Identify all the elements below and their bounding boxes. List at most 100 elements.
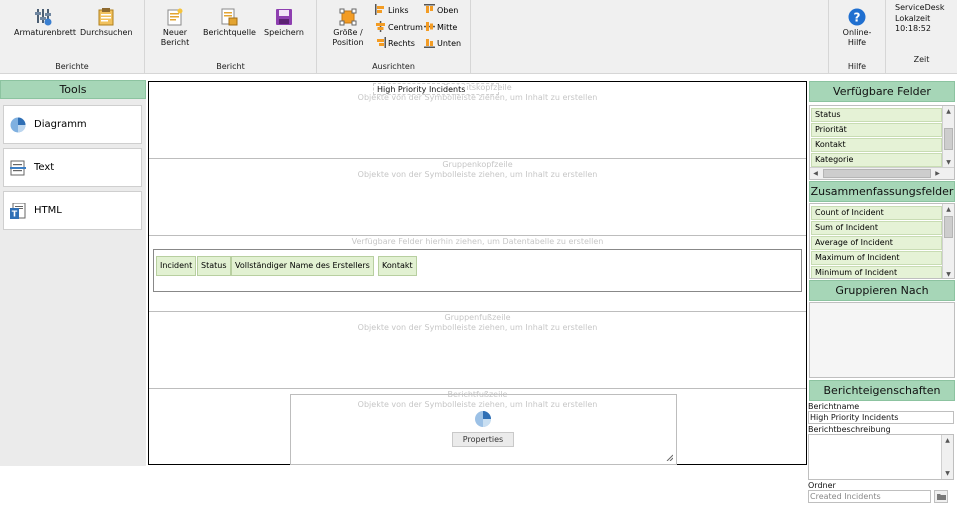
- neuer-bericht-button[interactable]: Neuer Bericht: [157, 8, 193, 48]
- armaturenbrett-label: Armaturenbrett: [14, 28, 77, 37]
- field-item[interactable]: Kontakt: [811, 138, 942, 152]
- column-status[interactable]: Status: [197, 256, 231, 276]
- report-properties-header: Berichteigenschaften: [809, 380, 955, 401]
- tools-panel: Tools Diagramm Text T HTML: [0, 80, 146, 466]
- data-table-section[interactable]: Verfügbare Felder hierhin ziehen, um Dat…: [149, 236, 806, 312]
- summary-item[interactable]: Count of Incident: [811, 206, 942, 220]
- tool-diagramm-label: Diagramm: [34, 119, 87, 130]
- section-hint-group-footer: Objekte von der Symbolleiste ziehen, um …: [357, 323, 598, 332]
- berichtquelle-button[interactable]: Berichtquelle: [203, 8, 256, 38]
- align-bottom-icon: [424, 37, 435, 48]
- summary-item[interactable]: Minimum of Incident: [811, 266, 942, 278]
- summary-fields-header: Zusammenfassungsfelder: [809, 181, 955, 202]
- report-description-textarea[interactable]: ▲ ▼: [808, 434, 954, 480]
- tool-html[interactable]: T HTML: [3, 191, 142, 230]
- armaturenbrett-button[interactable]: Armaturenbrett: [14, 8, 76, 38]
- scroll-right-icon[interactable]: ▶: [932, 168, 943, 179]
- tool-diagramm[interactable]: Diagramm: [3, 105, 142, 144]
- section-hint-group-header: Objekte von der Symbolleiste ziehen, um …: [357, 170, 598, 179]
- lokalzeit-label: Lokalzeit: [895, 13, 931, 23]
- save-icon: [275, 8, 293, 26]
- available-fields-header: Verfügbare Felder: [809, 81, 955, 102]
- summary-item[interactable]: Sum of Incident: [811, 221, 942, 235]
- report-name-label: Berichtname: [808, 402, 860, 411]
- section-title-data-table: Verfügbare Felder hierhin ziehen, um Dat…: [351, 237, 604, 246]
- ribbon-group-label-hilfe: Hilfe: [847, 62, 867, 71]
- align-rechts-button[interactable]: Rechts: [375, 37, 415, 51]
- ribbon-group-label-bericht: Bericht: [216, 62, 245, 71]
- scroll-up-icon[interactable]: ▲: [943, 106, 954, 117]
- speichern-button[interactable]: Speichern: [263, 8, 305, 38]
- tool-text-label: Text: [34, 162, 55, 173]
- field-item[interactable]: Priorität: [811, 123, 942, 137]
- scroll-up-icon[interactable]: ▲: [942, 435, 953, 446]
- scroll-left-icon[interactable]: ◀: [810, 168, 821, 179]
- field-item[interactable]: Status: [811, 108, 942, 122]
- align-unten-label: Unten: [437, 39, 462, 48]
- summary-fields-vscrollbar[interactable]: ▲ ▼: [942, 204, 954, 278]
- scroll-thumb[interactable]: [823, 169, 931, 178]
- summary-item[interactable]: Maximum of Incident: [811, 251, 942, 265]
- align-links-label: Links: [388, 6, 409, 15]
- time-value: 10:18:52: [895, 24, 931, 33]
- durchsuchen-button[interactable]: Durchsuchen: [80, 8, 133, 38]
- report-footer-section[interactable]: Berichtfußzeile Objekte von der Symbolle…: [149, 389, 806, 465]
- right-panel: Verfügbare Felder Status Priorität Konta…: [808, 80, 957, 513]
- ribbon-group-berichte: Armaturenbrett Durchsuchen Berichte: [0, 0, 145, 74]
- report-header-section[interactable]: Berichtskopfzeile Objekte von der Symbol…: [149, 82, 806, 159]
- summary-fields-list[interactable]: Count of Incident Sum of Incident Averag…: [809, 203, 955, 279]
- folder-input[interactable]: Created Incidents: [808, 490, 931, 503]
- tool-text[interactable]: Text: [3, 148, 142, 187]
- report-source-icon: [220, 8, 238, 26]
- folder-browse-button[interactable]: [934, 490, 948, 503]
- data-table[interactable]: Incident Status Vollständiger Name des E…: [153, 249, 802, 292]
- online-hilfe-button[interactable]: ? Online- Hilfe: [837, 8, 877, 48]
- group-header-section[interactable]: Gruppenkopfzeile Objekte von der Symboll…: [149, 159, 806, 236]
- scroll-thumb[interactable]: [944, 216, 953, 238]
- scroll-up-icon[interactable]: ▲: [943, 204, 954, 215]
- scroll-thumb[interactable]: [944, 128, 953, 150]
- chart-properties-button[interactable]: Properties: [452, 432, 514, 447]
- align-links-button[interactable]: Links: [375, 4, 409, 18]
- align-unten-button[interactable]: Unten: [424, 37, 461, 51]
- report-description-label: Berichtbeschreibung: [808, 425, 891, 434]
- summary-item[interactable]: Average of Incident: [811, 236, 942, 250]
- report-canvas: Berichtskopfzeile Objekte von der Symbol…: [148, 81, 807, 465]
- groesse-label-1: Größe /: [333, 28, 363, 37]
- align-oben-label: Oben: [437, 6, 459, 15]
- resize-grip-icon[interactable]: [666, 454, 674, 462]
- svg-text:?: ?: [854, 11, 861, 25]
- field-item[interactable]: Kategorie: [811, 153, 942, 167]
- folder-label: Ordner: [808, 481, 836, 490]
- ribbon-group-label-zeit: Zeit: [913, 55, 930, 64]
- column-kontakt[interactable]: Kontakt: [378, 256, 417, 276]
- tool-html-label: HTML: [34, 205, 62, 216]
- group-footer-section[interactable]: Gruppenfußzeile Objekte von der Symbolle…: [149, 312, 806, 389]
- scroll-down-icon[interactable]: ▼: [942, 468, 953, 479]
- column-incident[interactable]: Incident: [156, 256, 197, 276]
- align-mitte-button[interactable]: Mitte: [424, 21, 457, 35]
- folder-icon: [937, 493, 946, 502]
- svg-text:T: T: [12, 210, 18, 219]
- group-by-dropzone[interactable]: [809, 302, 955, 378]
- available-fields-hscrollbar[interactable]: ◀ ▶: [810, 167, 954, 179]
- ribbon-group-hilfe: ? Online- Hilfe Hilfe: [828, 0, 886, 74]
- groesse-label-2: Position: [332, 38, 364, 47]
- clipboard-icon: [97, 8, 115, 26]
- ribbon-group-label-berichte: Berichte: [55, 62, 89, 71]
- report-name-input[interactable]: High Priority Incidents: [808, 411, 954, 424]
- scroll-down-icon[interactable]: ▼: [943, 269, 954, 278]
- resize-position-icon: [339, 8, 357, 26]
- groesse-position-button[interactable]: Größe / Position: [327, 8, 369, 48]
- ribbon-group-bericht: Neuer Bericht Berichtquelle Speichern Be…: [145, 0, 317, 74]
- align-rechts-label: Rechts: [388, 39, 415, 48]
- available-fields-list[interactable]: Status Priorität Kontakt Kategorie ▲ ▼ ◀…: [809, 105, 955, 180]
- report-title[interactable]: High Priority Incidents: [375, 85, 468, 94]
- align-centrum-button[interactable]: Centrum: [375, 21, 423, 35]
- description-vscrollbar[interactable]: ▲ ▼: [941, 435, 953, 479]
- align-mitte-label: Mitte: [437, 23, 458, 32]
- chart-object[interactable]: Properties: [290, 394, 677, 465]
- align-oben-button[interactable]: Oben: [424, 4, 458, 18]
- available-fields-vscrollbar[interactable]: ▲ ▼: [942, 106, 954, 168]
- column-ersteller[interactable]: Vollständiger Name des Erstellers: [231, 256, 374, 276]
